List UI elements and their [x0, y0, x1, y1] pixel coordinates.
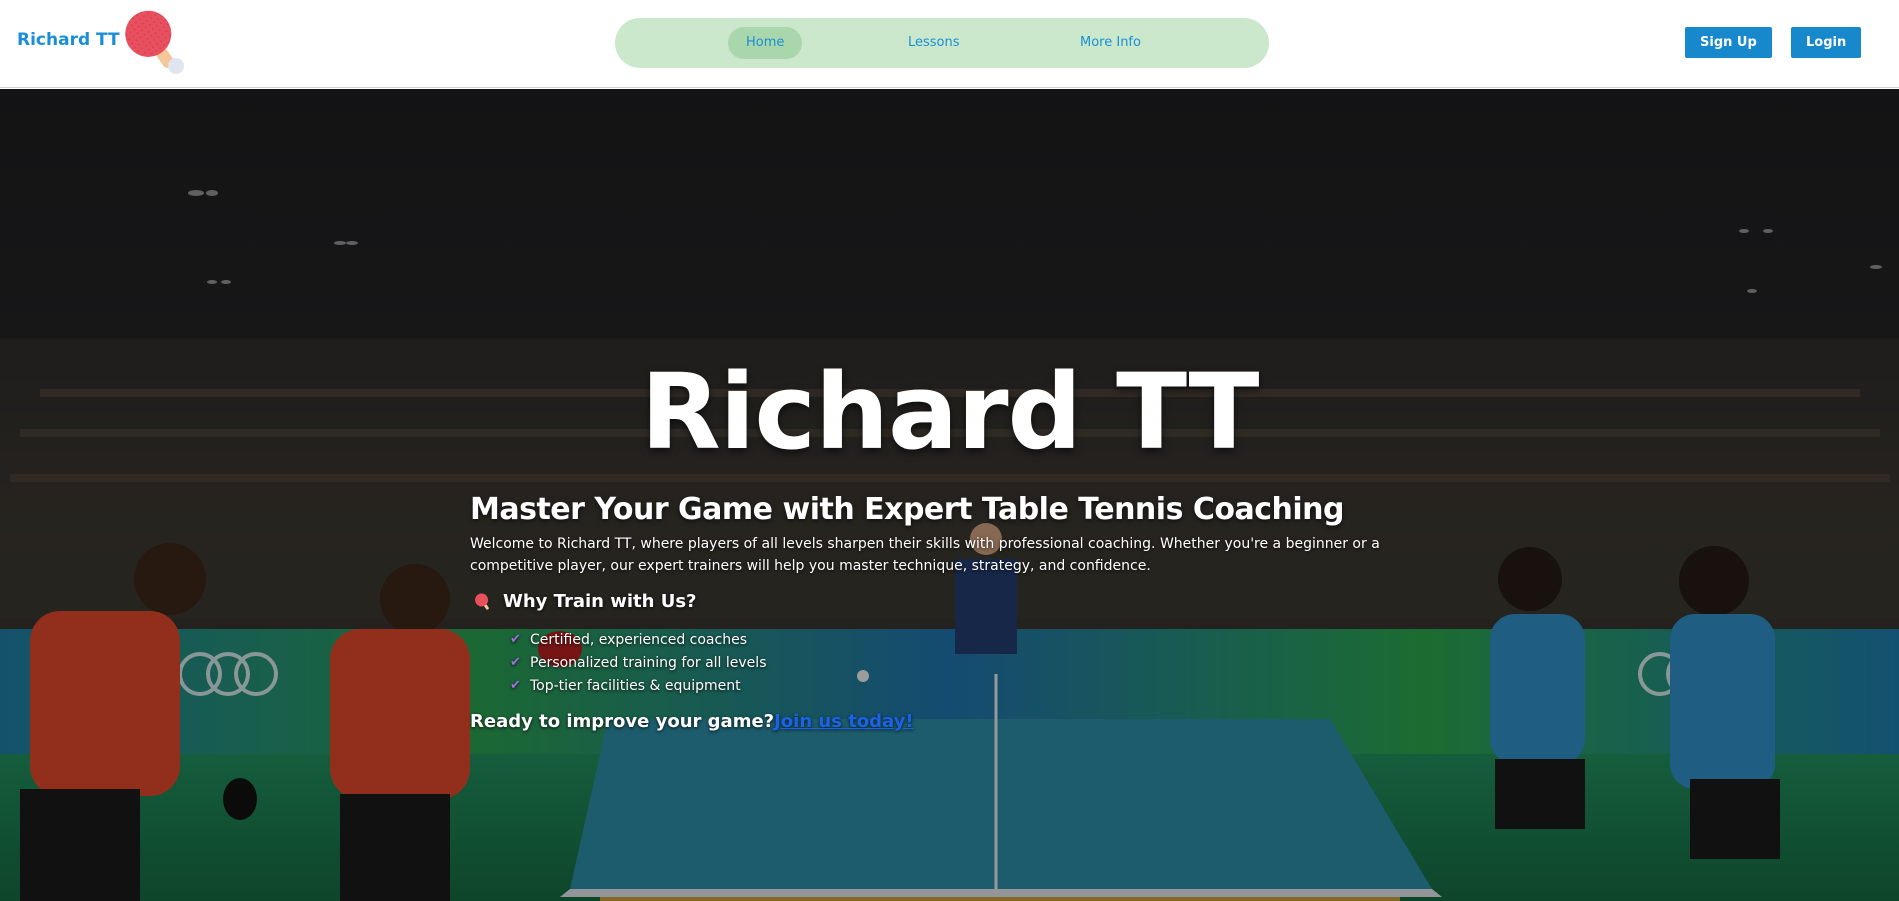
benefit-text: Certified, experienced coaches: [530, 631, 747, 648]
brand-name[interactable]: Richard TT: [17, 30, 120, 50]
why-train-title: Why Train with Us?: [503, 591, 697, 612]
list-item: ✔ Certified, experienced coaches: [510, 628, 1430, 651]
hero-section: Richard TT Master Your Game with Expert …: [0, 89, 1899, 901]
site-header: Richard TT Home Lessons More Info Sign U…: [0, 0, 1899, 88]
checkmark-icon: ✔: [510, 632, 521, 647]
why-train-heading: Why Train with Us?: [470, 591, 1430, 612]
list-item: ✔ Top-tier facilities & equipment: [510, 674, 1430, 697]
benefits-list: ✔ Certified, experienced coaches ✔ Perso…: [510, 628, 1430, 697]
cta-text: Ready to improve your game?: [470, 711, 775, 732]
checkmark-icon: ✔: [510, 678, 521, 693]
main-nav: Home Lessons More Info: [615, 18, 1269, 68]
ping-pong-icon: [475, 592, 489, 610]
hero-content: Master Your Game with Expert Table Tenni…: [470, 492, 1430, 732]
nav-more-info[interactable]: More Info: [1062, 27, 1159, 59]
join-us-link[interactable]: Join us today!: [774, 711, 914, 732]
checkmark-icon: ✔: [510, 655, 521, 670]
hero-title: Richard TT: [640, 351, 1260, 473]
ping-pong-paddle-icon: [125, 10, 184, 74]
list-item: ✔ Personalized training for all levels: [510, 651, 1430, 674]
hero-subtitle: Master Your Game with Expert Table Tenni…: [470, 492, 1345, 527]
hero-intro-text: Welcome to Richard TT, where players of …: [470, 536, 1380, 574]
nav-home[interactable]: Home: [728, 27, 803, 59]
nav-lessons[interactable]: Lessons: [890, 27, 978, 59]
signup-button[interactable]: Sign Up: [1685, 27, 1772, 58]
cta-line: Ready to improve your game?Join us today…: [470, 711, 1430, 732]
login-button[interactable]: Login: [1791, 27, 1862, 58]
benefit-text: Top-tier facilities & equipment: [530, 677, 741, 694]
benefit-text: Personalized training for all levels: [530, 654, 767, 671]
